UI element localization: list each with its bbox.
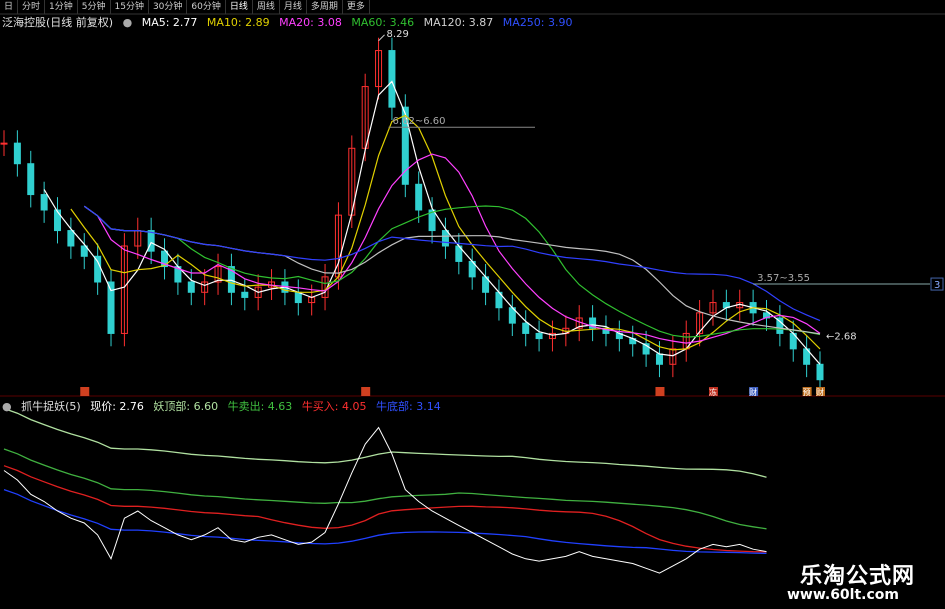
- stock-chart-window: { "tabs": ["日", "分时", "1分钟", "5分钟", "15分…: [0, 0, 945, 609]
- watermark-url: www.60lt.com: [786, 587, 899, 603]
- watermark-title: 乐淘公式网: [799, 564, 915, 589]
- candle-body: [535, 332, 543, 340]
- osc-top-line: [3, 407, 767, 478]
- ma60-line: [83, 205, 821, 338]
- event-marker-text: 冻: [709, 387, 717, 397]
- buy-line-label: 牛买入: 4.05: [301, 400, 367, 413]
- ma120-label: MA120: 3.87: [423, 16, 494, 29]
- low-label: ←2.68: [826, 331, 857, 342]
- candle-body: [441, 230, 449, 247]
- event-marker: [655, 387, 665, 396]
- candle-body: [67, 230, 75, 247]
- ma-legend: 泛海控股(日线 前复权) ● MA5: 2.77 MA10: 2.89 MA20…: [2, 16, 579, 29]
- ma60-label: MA60: 3.46: [351, 16, 415, 29]
- mid-label: 3.57~3.55: [757, 273, 810, 284]
- settings-dot-icon[interactable]: ●: [123, 16, 133, 29]
- candle-body: [241, 291, 249, 298]
- sell-line-label: 牛卖出: 4.63: [227, 400, 293, 413]
- candle-body: [522, 322, 530, 334]
- ma120-line: [83, 205, 821, 335]
- event-marker-text: 预: [803, 387, 811, 397]
- ma10-label: MA10: 2.89: [206, 16, 270, 29]
- candle-body: [54, 209, 62, 232]
- indicator-legend: ● 抓牛捉妖(5) 现价: 2.76 妖顶部: 6.60 牛卖出: 4.63 牛…: [2, 400, 447, 413]
- candle-body: [40, 194, 48, 211]
- high-pointer: [378, 34, 385, 42]
- osc-buy-line: [3, 465, 767, 553]
- level-label: 6.62~6.60: [393, 116, 446, 127]
- candle-body: [13, 142, 21, 165]
- candle-body: [0, 142, 8, 145]
- stock-title: 泛海控股(日线 前复权): [2, 16, 114, 29]
- indicator-title: 抓牛捉妖(5): [21, 400, 81, 413]
- right-axis-tag: 3: [934, 280, 940, 291]
- ma250-label: MA250: 3.90: [502, 16, 573, 29]
- candle-body: [27, 163, 35, 196]
- candle-body: [94, 255, 102, 283]
- ma20-label: MA20: 3.08: [279, 16, 342, 29]
- bottom-line-label: 牛底部: 3.14: [376, 400, 441, 413]
- candle-body: [816, 363, 824, 381]
- osc-bottom-line: [3, 488, 767, 555]
- price-label: 现价: 2.76: [90, 400, 144, 413]
- event-marker-text: 财: [816, 387, 824, 397]
- candle-body: [655, 353, 663, 365]
- candle-body: [294, 291, 302, 304]
- settings-dot-icon[interactable]: ●: [2, 400, 12, 413]
- candle-body: [187, 281, 195, 293]
- osc-sell-line: [3, 448, 767, 530]
- top-line-label: 妖顶部: 6.60: [153, 400, 219, 413]
- osc-price-line: [3, 426, 767, 574]
- candle-body: [388, 50, 396, 108]
- event-marker: [361, 387, 371, 396]
- chart-canvas: 8.296.62~6.603.57~3.553←2.68冻财预财: [0, 13, 945, 574]
- ma5-label: MA5: 2.77: [141, 16, 198, 29]
- event-marker: [80, 387, 90, 396]
- candle-body: [415, 183, 423, 211]
- high-label: 8.29: [387, 29, 409, 40]
- event-marker-text: 财: [749, 387, 757, 397]
